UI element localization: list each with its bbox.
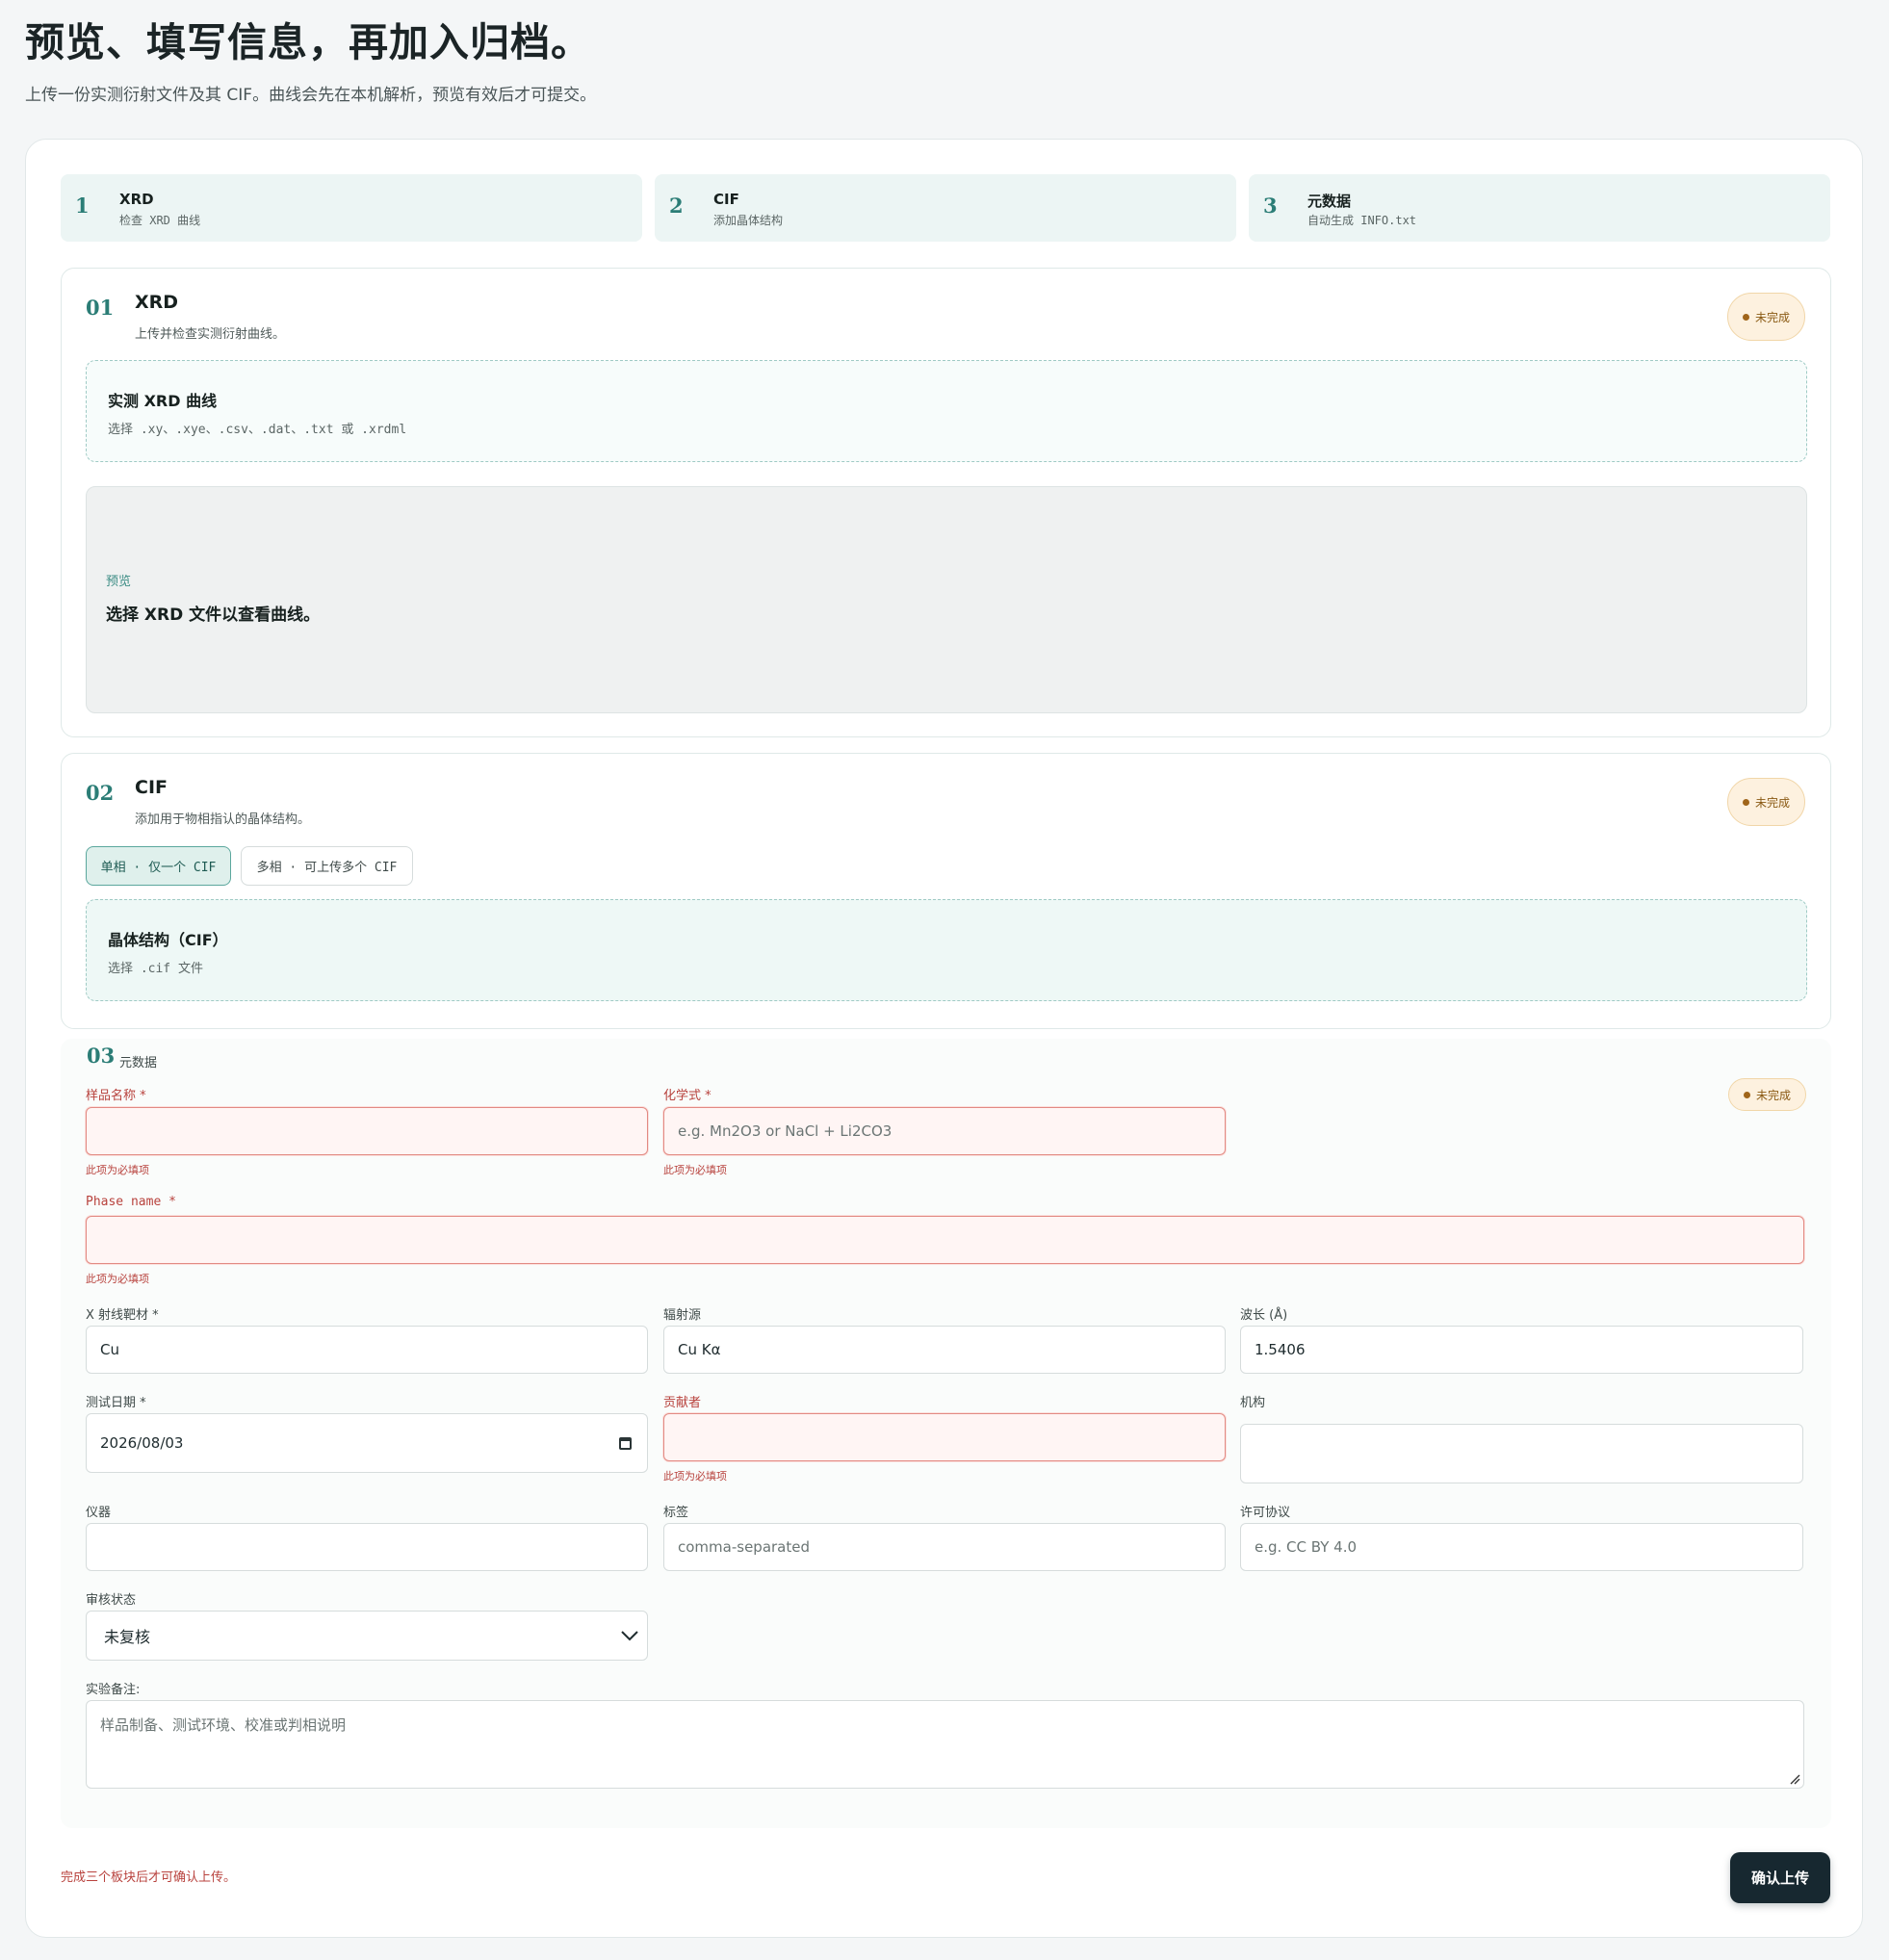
xrd-file-dropzone[interactable]: 实测 XRD 曲线 选择 .xy、.xye、.csv、.dat、.txt 或 .… [86,360,1807,462]
notes-textarea[interactable]: 样品制备、测试环境、校准或判相说明 [86,1700,1804,1789]
tags-label: 标签 [663,1506,689,1520]
tags-input[interactable]: comma-separated [663,1523,1226,1571]
section-desc: 添加用于物相指认的晶体结构。 [135,812,311,827]
confirm-upload-button[interactable]: 确认上传 [1730,1852,1830,1903]
cif-file-dropzone[interactable]: 晶体结构（CIF） 选择 .cif 文件 [86,899,1807,1001]
license-label: 许可协议 [1240,1506,1291,1520]
notes-placeholder: 样品制备、测试环境、校准或判相说明 [100,1716,347,1734]
section-number: 03 [87,1044,116,1068]
review-status-value: 未复核 [104,1628,151,1646]
contributor-input[interactable] [663,1413,1226,1461]
wavelength-input[interactable]: 1.5406 [1240,1326,1803,1374]
footer-note: 完成三个板块后才可确认上传。 [61,1870,237,1885]
status-badge: 未完成 [1728,1078,1806,1111]
status-badge-label: 未完成 [1754,795,1790,810]
status-badge-label: 未完成 [1755,1088,1791,1102]
calendar-icon[interactable] [619,1436,632,1450]
dropzone-title: 实测 XRD 曲线 [108,392,218,410]
formula-label: 化学式 * [663,1089,712,1103]
section-title: CIF [135,777,168,798]
cif-section: 02 CIF 添加用于物相指认的晶体结构。 未完成 单相 · 仅一个 CIF 多… [61,753,1831,1029]
page-subtitle: 上传一份实测衍射文件及其 CIF。曲线会先在本机解析，预览有效后才可提交。 [25,86,597,105]
single-phase-button[interactable]: 单相 · 仅一个 CIF [86,846,231,886]
phase-name-label: Phase name * [86,1195,176,1209]
status-badge: 未完成 [1727,778,1805,826]
tags-placeholder: comma-separated [678,1538,810,1556]
resize-handle-icon[interactable] [1789,1773,1800,1785]
phase-name-input[interactable] [86,1216,1804,1264]
formula-error: 此项为必填项 [663,1164,727,1176]
target-label: X 射线靶材 * [86,1308,159,1323]
section-number: 01 [86,296,115,320]
contributor-label: 贡献者 [663,1396,702,1410]
license-placeholder: e.g. CC BY 4.0 [1255,1538,1358,1556]
step-metadata[interactable]: 3 元数据 自动生成 INFO.txt [1249,174,1830,242]
chevron-down-icon [621,1631,638,1641]
metadata-section: 03 元数据 未完成 样品名称 * 此项为必填项 化学式 * e.g. Mn2O… [61,1039,1831,1828]
sample-name-error: 此项为必填项 [86,1164,149,1176]
status-badge-label: 未完成 [1754,310,1790,324]
date-value: 2026/08/03 [100,1434,184,1452]
step-title: XRD [119,191,154,208]
review-status-select[interactable]: 未复核 [86,1611,648,1661]
formula-input[interactable]: e.g. Mn2O3 or NaCl + Li2CO3 [663,1107,1226,1155]
step-number: 1 [75,193,90,218]
step-cif[interactable]: 2 CIF 添加晶体结构 [655,174,1236,242]
page-title: 预览、填写信息，再加入归档。 [25,19,591,65]
contributor-error: 此项为必填项 [663,1470,727,1483]
date-label: 测试日期 * [86,1396,146,1410]
status-dot-icon [1743,1091,1750,1098]
step-number: 3 [1263,193,1278,218]
step-desc: 自动生成 INFO.txt [1307,214,1417,227]
step-xrd[interactable]: 1 XRD 检查 XRD 曲线 [61,174,642,242]
source-input[interactable]: Cu Kα [663,1326,1226,1374]
step-title: CIF [713,191,739,208]
license-input[interactable]: e.g. CC BY 4.0 [1240,1523,1803,1571]
step-title: 元数据 [1307,193,1352,210]
formula-placeholder: e.g. Mn2O3 or NaCl + Li2CO3 [678,1122,893,1140]
step-desc: 检查 XRD 曲线 [119,214,201,227]
instrument-input[interactable] [86,1523,648,1571]
section-desc: 上传并检查实测衍射曲线。 [135,327,286,342]
status-badge: 未完成 [1727,293,1805,341]
wavelength-label: 波长 (Å) [1240,1308,1288,1323]
upload-card: 1 XRD 检查 XRD 曲线 2 CIF 添加晶体结构 3 元数据 自动生成 … [25,139,1863,1938]
section-title: XRD [135,292,179,313]
step-number: 2 [669,193,684,218]
xrd-section: 01 XRD 上传并检查实测衍射曲线。 未完成 实测 XRD 曲线 选择 .xy… [61,268,1831,737]
preview-text: 选择 XRD 文件以查看曲线。 [106,606,321,625]
instrument-label: 仪器 [86,1506,112,1520]
step-desc: 添加晶体结构 [713,214,784,227]
status-dot-icon [1742,313,1749,321]
dropzone-hint: 选择 .xy、.xye、.csv、.dat、.txt 或 .xrdml [108,423,407,437]
dropzone-hint: 选择 .cif 文件 [108,962,203,976]
xrd-preview-panel: 预览 选择 XRD 文件以查看曲线。 [86,486,1807,713]
sample-name-label: 样品名称 * [86,1089,146,1103]
institution-label: 机构 [1240,1396,1266,1410]
preview-label: 预览 [106,575,132,589]
date-input[interactable]: 2026/08/03 [86,1413,648,1473]
review-status-label: 审核状态 [86,1593,137,1608]
target-input[interactable]: Cu [86,1326,648,1374]
sample-name-input[interactable] [86,1107,648,1155]
section-number: 02 [86,781,115,805]
dropzone-title: 晶体结构（CIF） [108,931,228,949]
institution-input[interactable] [1240,1424,1803,1483]
source-label: 辐射源 [663,1308,702,1323]
section-title: 元数据 [119,1056,158,1070]
multi-phase-button[interactable]: 多相 · 可上传多个 CIF [241,846,413,886]
phase-name-error: 此项为必填项 [86,1273,149,1285]
status-dot-icon [1742,798,1749,806]
notes-label: 实验备注: [86,1683,141,1697]
